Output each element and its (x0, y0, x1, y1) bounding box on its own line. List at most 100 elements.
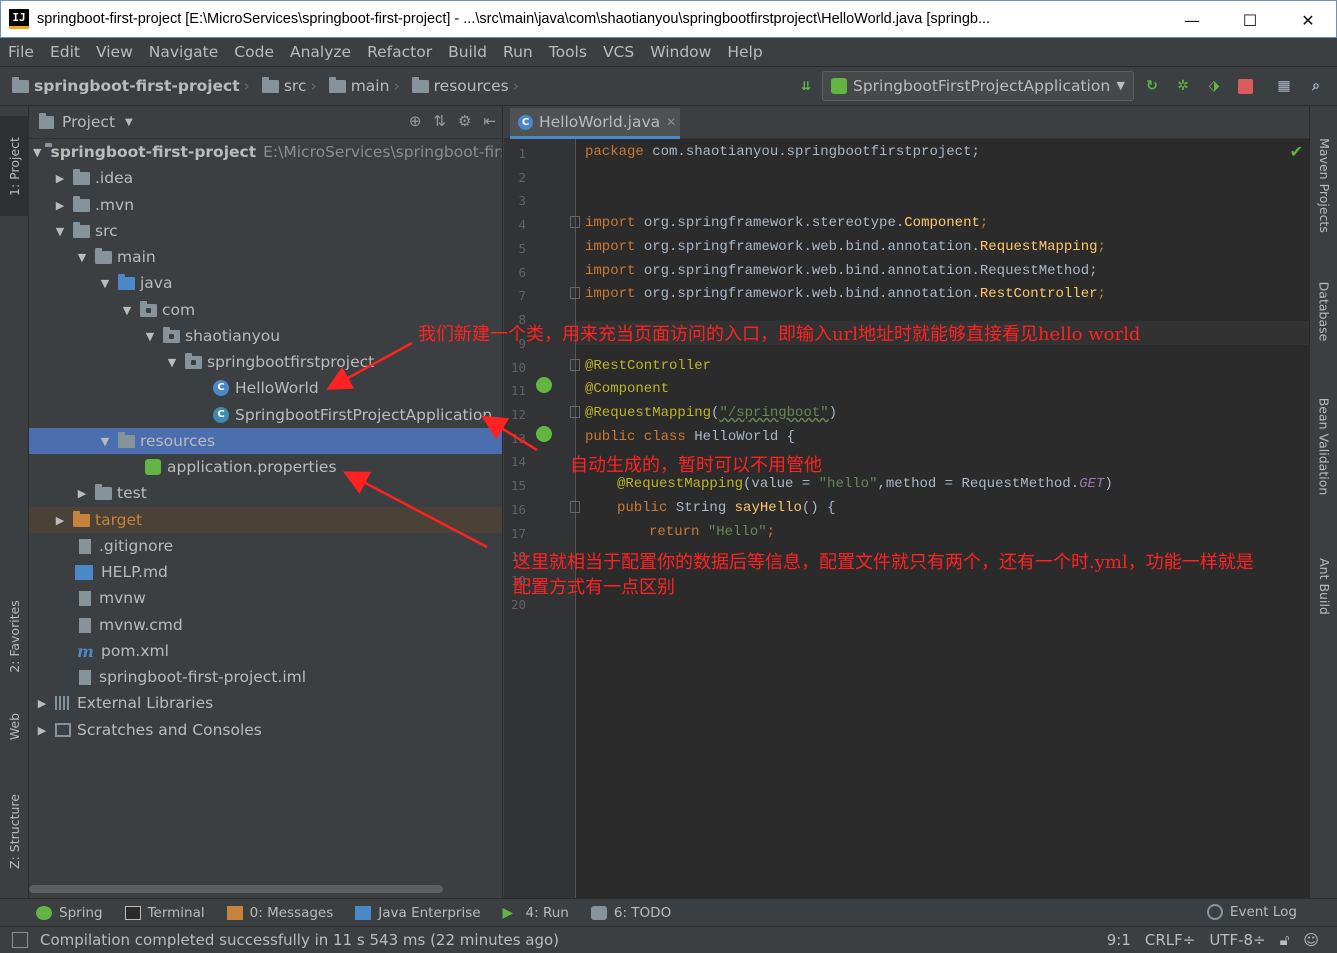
tree-item-target[interactable]: ▶ target (29, 507, 502, 533)
code-line-7[interactable]: import org.springframework.web.bind.anno… (585, 286, 1106, 302)
project-view-selector[interactable]: Project ▼ (39, 112, 133, 131)
fold-marker-icon[interactable] (570, 359, 580, 371)
hide-panel-icon[interactable]: ⇤ (483, 112, 496, 130)
menu-analyze[interactable]: Analyze (282, 43, 359, 61)
horizontal-scrollbar[interactable] (29, 885, 443, 893)
cursor-position[interactable]: 9:1 (1107, 931, 1131, 949)
menu-build[interactable]: Build (440, 43, 495, 61)
menu-refactor[interactable]: Refactor (359, 43, 440, 61)
settings-gear-icon[interactable]: ⚙ (458, 112, 471, 130)
breadcrumb-main[interactable]: main › (328, 76, 400, 95)
tab-bean-validation-tool[interactable]: Bean Validation (1310, 386, 1337, 506)
menu-tools[interactable]: Tools (541, 43, 595, 61)
tree-item-springbootfirstproject[interactable]: ▼ springbootfirstproject (29, 349, 502, 375)
code-line-13[interactable]: public class HelloWorld { (585, 429, 795, 445)
status-message[interactable]: Compilation completed successfully in 11… (40, 931, 559, 949)
maximize-button[interactable]: ☐ (1221, 1, 1279, 39)
tab-ant-build-tool[interactable]: Ant Build (1310, 546, 1337, 626)
tree-item-iml[interactable]: springboot-first-project.iml (29, 664, 502, 690)
code-line-1[interactable]: package com.shaotianyou.springbootfirstp… (585, 144, 980, 160)
debug-icon[interactable]: ✲ (1172, 75, 1194, 97)
tree-item-mvn[interactable]: ▶ .mvn (29, 192, 502, 218)
tree-item-mvnw-cmd[interactable]: mvnw.cmd (29, 612, 502, 638)
tab-project-tool[interactable]: 1: Project (0, 116, 29, 216)
run-tool-button[interactable]: ▶ 4: Run (503, 905, 569, 921)
code-line-10[interactable]: @RestController (585, 358, 711, 374)
stop-icon[interactable] (1234, 75, 1256, 97)
inspector-icon[interactable]: ☺︎ (1303, 931, 1319, 949)
encoding-selector[interactable]: UTF-8÷ (1209, 931, 1265, 949)
tool-windows-toggle-icon[interactable] (12, 932, 28, 948)
menu-run[interactable]: Run (495, 43, 541, 61)
coverage-icon[interactable]: ⬗ (1203, 75, 1225, 97)
tree-item-mvnw[interactable]: mvnw (29, 585, 502, 611)
menu-edit[interactable]: Edit (42, 43, 88, 61)
close-window-button[interactable]: ✕ (1279, 1, 1337, 39)
tab-maven-tool[interactable]: Maven Projects (1310, 120, 1337, 250)
spring-bean-icon[interactable] (536, 377, 552, 393)
menu-navigate[interactable]: Navigate (141, 43, 227, 61)
tab-helloworld-java[interactable]: C HelloWorld.java ✕ (510, 108, 680, 139)
tree-item-idea[interactable]: ▶ .idea (29, 165, 502, 191)
tab-favorites-tool[interactable]: 2: Favorites (0, 586, 29, 686)
minimize-button[interactable]: — (1163, 1, 1221, 39)
fold-marker-icon[interactable] (570, 216, 580, 228)
tree-item-gitignore[interactable]: .gitignore (29, 533, 502, 559)
messages-tool-button[interactable]: 0: Messages (226, 905, 333, 921)
tree-item-scratches[interactable]: ▶ Scratches and Consoles (29, 717, 502, 743)
menu-file[interactable]: File (0, 43, 42, 61)
breadcrumb-resources[interactable]: resources › (411, 76, 519, 95)
tree-item-test[interactable]: ▶ test (29, 480, 502, 506)
tree-item-helloworld[interactable]: C HelloWorld (29, 375, 502, 401)
code-line-11[interactable]: @Component (585, 381, 669, 397)
annotation: @Component (585, 381, 670, 397)
event-log-tool-button[interactable]: Event Log (1206, 904, 1297, 920)
spring-tool-button[interactable]: Spring (36, 905, 103, 921)
fold-marker-icon[interactable] (570, 287, 580, 299)
tree-item-src[interactable]: ▼ src (29, 218, 502, 244)
tree-item-application-properties[interactable]: application.properties (29, 454, 502, 480)
line-separator-selector[interactable]: CRLF÷ (1145, 931, 1195, 949)
todo-tool-button[interactable]: 6: TODO (590, 905, 671, 921)
fold-marker-icon[interactable] (570, 501, 580, 513)
run-configuration-select[interactable]: SpringbootFirstProjectApplication ▼ (822, 71, 1134, 101)
code-line-4[interactable]: import org.springframework.stereotype.Co… (585, 215, 988, 231)
close-tab-icon[interactable]: ✕ (666, 115, 676, 129)
menu-help[interactable]: Help (719, 43, 770, 61)
lock-icon[interactable]: 🔓︎ (1280, 931, 1290, 949)
tree-item-java[interactable]: ▼ java (29, 270, 502, 296)
menu-window[interactable]: Window (642, 43, 719, 61)
tab-database-tool[interactable]: Database (1310, 271, 1337, 351)
code-line-17[interactable]: return "Hello"; (649, 524, 775, 540)
breadcrumb-project[interactable]: springboot-first-project › (12, 76, 250, 95)
breadcrumb-src[interactable]: src › (261, 76, 317, 95)
rerun-icon[interactable]: ↻ (1141, 75, 1163, 97)
tree-item-help-md[interactable]: HELP.md (29, 559, 502, 585)
annotation: @RestController (585, 358, 712, 374)
terminal-tool-button[interactable]: Terminal (124, 905, 205, 921)
locate-icon[interactable]: ⊕ (409, 112, 422, 130)
tab-structure-tool[interactable]: Z: Structure (0, 776, 29, 886)
code-line-12[interactable]: @RequestMapping("/springboot") (585, 405, 837, 421)
menu-vcs[interactable]: VCS (595, 43, 642, 61)
java-enterprise-tool-button[interactable]: Java Enterprise (355, 905, 481, 921)
tree-item-springbootfirstprojectapplication[interactable]: C SpringbootFirstProjectApplication (29, 402, 502, 428)
tree-item-main[interactable]: ▼ main (29, 244, 502, 270)
code-line-5[interactable]: import org.springframework.web.bind.anno… (585, 239, 1106, 255)
build-project-icon[interactable]: ⇊ (795, 75, 817, 97)
collapse-all-icon[interactable]: ⇅ (433, 112, 446, 130)
tree-item-external-libraries[interactable]: ▶ External Libraries (29, 690, 502, 716)
search-icon[interactable]: ⌕ (1305, 75, 1327, 97)
tab-web-tool[interactable]: Web (0, 696, 29, 756)
menu-code[interactable]: Code (226, 43, 282, 61)
project-structure-icon[interactable]: ▦ (1273, 75, 1295, 97)
tree-item-resources[interactable]: ▼ resources (29, 428, 502, 454)
tree-item-pom-xml[interactable]: m pom.xml (29, 638, 502, 664)
tree-item-project-root[interactable]: ▼ springboot-first-project E:\MicroServi… (29, 139, 502, 165)
fold-marker-icon[interactable] (570, 406, 580, 418)
code-line-16[interactable]: public String sayHello() { (617, 500, 835, 516)
menu-view[interactable]: View (88, 43, 141, 61)
code-line-6[interactable]: import org.springframework.web.bind.anno… (585, 263, 1098, 279)
spring-bean-icon[interactable] (536, 426, 552, 442)
code-line-15[interactable]: @RequestMapping(value = "hello",method =… (617, 476, 1113, 492)
